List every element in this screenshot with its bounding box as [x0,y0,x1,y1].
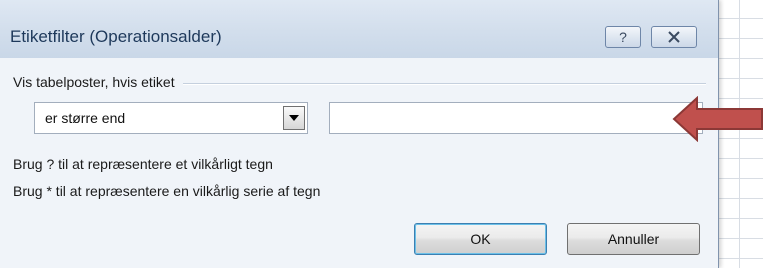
wildcard-hint-question: Brug ? til at repræsentere et vilkårligt… [13,156,273,172]
wildcard-hint-asterisk: Brug * til at repræsentere en vilkårlig … [13,183,321,199]
filter-group-label: Vis tabelposter, hvis etiket [13,74,183,90]
screenshot: Etiketfilter (Operationsalder) ? Vis tab… [0,0,763,268]
dropdown-toggle-button[interactable] [283,106,305,130]
close-icon [668,31,680,43]
chevron-down-icon [289,115,299,121]
title-bar[interactable]: Etiketfilter (Operationsalder) ? [0,0,718,58]
cancel-button[interactable]: Annuller [567,223,700,255]
help-button[interactable]: ? [605,26,641,48]
left-arrow-annotation [672,96,763,142]
filter-value-input[interactable] [329,102,703,134]
arrow-shape [672,96,763,142]
label-filter-dialog: Etiketfilter (Operationsalder) ? Vis tab… [0,0,719,268]
operator-selected-value: er større end [45,110,126,126]
dialog-body: Vis tabelposter, hvis etiket er større e… [0,58,718,268]
close-button[interactable] [651,26,697,48]
operator-dropdown[interactable]: er større end [34,102,308,134]
dialog-title: Etiketfilter (Operationsalder) [10,27,222,46]
help-icon: ? [619,30,627,44]
svg-text:?: ? [619,30,627,44]
ok-button[interactable]: OK [414,223,547,255]
